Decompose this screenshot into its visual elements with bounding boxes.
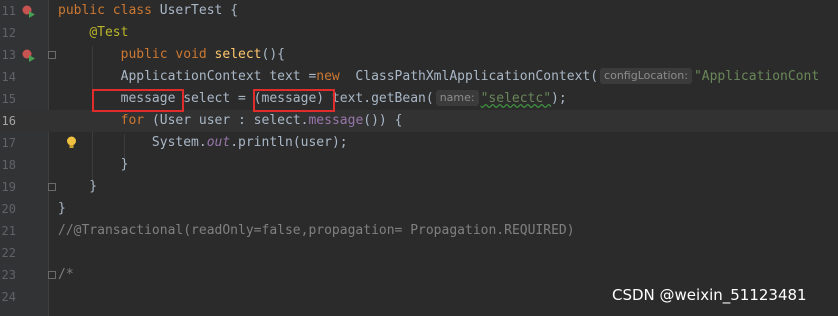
line-number: 11 [1, 4, 16, 18]
code-line[interactable]: 14 ApplicationContext text =new ClassPat… [0, 66, 838, 88]
fold-icon[interactable] [48, 271, 56, 279]
line-number: 22 [1, 246, 16, 260]
code-line[interactable]: 20} [0, 198, 838, 220]
code-token: ); [551, 91, 567, 106]
code-token: ()) { [363, 113, 403, 128]
code-editor[interactable]: 11 public class UserTest {12 @Test 13 publ… [0, 0, 838, 316]
code-line[interactable]: 19 } [0, 176, 838, 198]
parameter-hint: configLocation: [600, 68, 692, 84]
watermark: CSDN @weixin_51123481 [612, 286, 807, 304]
run-breakpoint-icon[interactable] [22, 48, 36, 62]
code-line[interactable]: 22 [0, 242, 838, 264]
code-line[interactable]: 16 for (User user : select.message()) { [0, 110, 838, 132]
code-text[interactable]: public class UserTest { [58, 0, 238, 22]
code-token: (){ [261, 47, 285, 62]
code-token: public void [120, 47, 215, 62]
code-token: } [58, 157, 129, 172]
code-token: } [58, 201, 66, 216]
code-token: System. [58, 135, 207, 150]
line-number: 20 [1, 202, 16, 216]
code-text[interactable]: @Test [58, 22, 128, 44]
code-token: ApplicationContext text = [58, 69, 317, 84]
code-token: out [206, 135, 231, 150]
code-line[interactable]: 12 @Test [0, 22, 838, 44]
code-line[interactable]: 21 //@Transactional(readOnly=false,propag… [0, 220, 838, 242]
line-number: 13 [1, 48, 16, 62]
code-text[interactable]: } [58, 198, 66, 220]
code-token: "selectc" [480, 91, 552, 106]
code-text[interactable]: ApplicationContext text =new ClassPathXm… [58, 66, 819, 88]
code-token: message [308, 113, 364, 128]
code-text[interactable]: System.out.println(user); [58, 132, 348, 154]
code-token: new [316, 69, 348, 84]
code-text[interactable]: for (User user : select.message()) { [58, 110, 403, 132]
line-number: 15 [1, 92, 16, 106]
code-token: } [58, 179, 98, 194]
parameter-hint: name: [435, 90, 479, 106]
code-line[interactable]: 13 public void select(){ [0, 44, 838, 66]
fold-icon[interactable] [48, 183, 56, 191]
code-token: "ApplicationCont [693, 69, 820, 84]
code-token: UserTest { [159, 3, 239, 18]
code-token: /* [58, 267, 74, 282]
line-number: 12 [1, 26, 16, 40]
code-token: select [214, 47, 262, 62]
code-line[interactable]: 18 } [0, 154, 838, 176]
line-number: 14 [1, 70, 16, 84]
code-token: ClassPathXmlApplicationContext( [347, 69, 599, 84]
code-line[interactable]: 17 System.out.println(user); [0, 132, 838, 154]
line-number: 18 [1, 158, 16, 172]
code-line[interactable]: 23 /* [0, 264, 838, 286]
code-token: for [120, 113, 152, 128]
code-text[interactable]: /* [58, 264, 74, 286]
highlight-box-message-cast [253, 89, 335, 112]
code-token: public class [58, 3, 160, 18]
line-number: 24 [1, 290, 16, 304]
code-text[interactable]: } [58, 154, 129, 176]
code-text[interactable]: public void select(){ [58, 44, 285, 66]
line-number: 16 [1, 114, 16, 128]
code-line[interactable]: 11 public class UserTest { [0, 0, 838, 22]
lightbulb-icon[interactable] [66, 136, 77, 150]
code-token: .println(user); [230, 135, 348, 150]
fold-icon[interactable] [48, 51, 56, 59]
line-number: 23 [1, 268, 16, 282]
run-breakpoint-icon[interactable] [22, 4, 36, 18]
code-token: @Test [89, 25, 129, 40]
highlight-box-message-type [92, 89, 184, 112]
code-token: (User user : select. [151, 113, 309, 128]
line-number: 19 [1, 180, 16, 194]
code-token: //@Transactional(readOnly=false,propagat… [58, 223, 575, 238]
code-text[interactable]: } [58, 176, 97, 198]
line-number: 17 [1, 136, 16, 150]
line-number: 21 [1, 224, 16, 238]
code-text[interactable]: //@Transactional(readOnly=false,propagat… [58, 220, 575, 242]
